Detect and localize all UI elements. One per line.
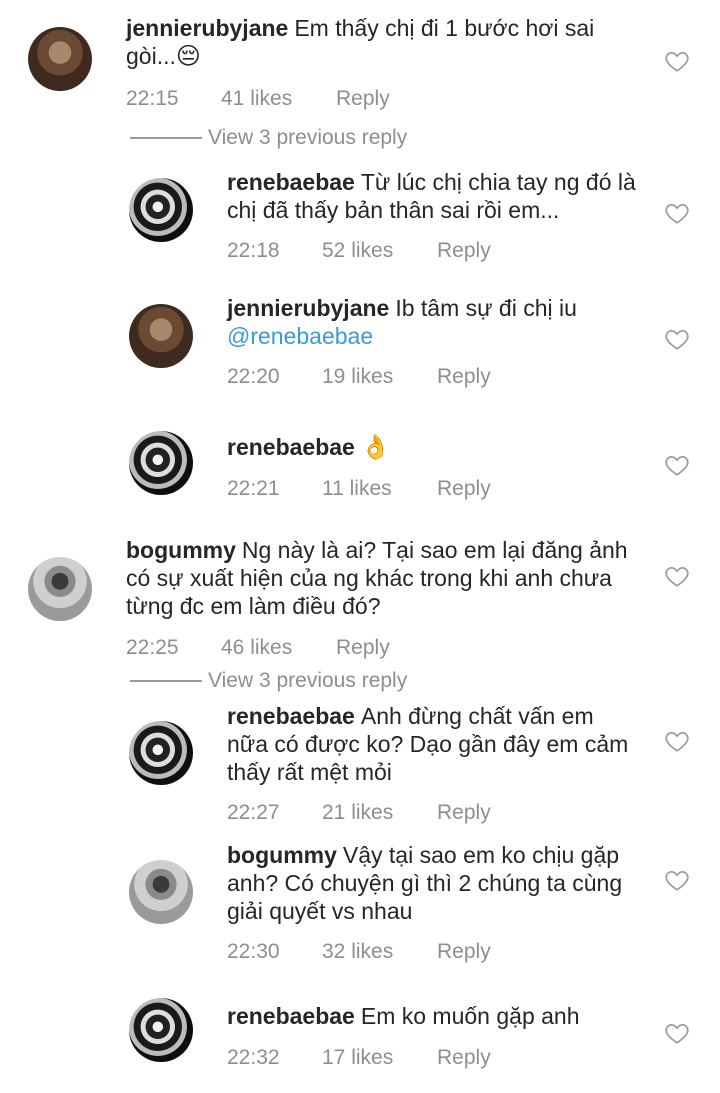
comment-username[interactable]: bogummy — [227, 842, 337, 868]
reply-button[interactable]: Reply — [336, 636, 390, 660]
view-previous-replies[interactable]: View 3 previous reply — [130, 669, 407, 693]
reply-button[interactable]: Reply — [437, 477, 491, 501]
divider — [130, 680, 202, 683]
avatar[interactable] — [129, 178, 193, 242]
heart-outline-icon[interactable] — [664, 200, 690, 226]
comment-username[interactable]: renebaebae — [227, 434, 355, 460]
reply-button[interactable]: Reply — [437, 940, 491, 964]
heart-outline-icon[interactable] — [664, 326, 690, 352]
avatar[interactable] — [129, 998, 193, 1062]
comment-meta: 22:27 21 likes Reply — [227, 801, 491, 825]
reply-button[interactable]: Reply — [437, 365, 491, 389]
comment-meta: 22:20 19 likes Reply — [227, 365, 491, 389]
comment-meta: 22:32 17 likes Reply — [227, 1046, 491, 1070]
comment-likes[interactable]: 11 likes — [322, 477, 437, 501]
reply-button[interactable]: Reply — [437, 801, 491, 825]
comment-time: 22:32 — [227, 1046, 280, 1069]
comment-likes[interactable]: 46 likes — [221, 636, 336, 660]
avatar[interactable] — [129, 860, 193, 924]
comment-text: renebaebae Em ko muốn gặp anh — [227, 1002, 647, 1030]
comment-meta: 22:25 46 likes Reply — [126, 636, 390, 660]
comment-meta: 22:30 32 likes Reply — [227, 940, 491, 964]
comment-text: jennierubyjane Ib tâm sự đi chị iu @reneb… — [227, 294, 647, 350]
comment-time: 22:18 — [227, 239, 280, 262]
avatar[interactable] — [28, 27, 92, 91]
comment-likes[interactable]: 21 likes — [322, 801, 437, 825]
comment-body: Ib tâm sự đi chị iu — [395, 295, 577, 321]
view-previous-replies[interactable]: View 3 previous reply — [130, 126, 407, 150]
reply-button[interactable]: Reply — [336, 87, 390, 111]
heart-outline-icon[interactable] — [664, 728, 690, 754]
comment-time: 22:21 — [227, 477, 280, 500]
heart-outline-icon[interactable] — [664, 1020, 690, 1046]
comment-meta: 22:21 11 likes Reply — [227, 477, 491, 501]
comment-likes[interactable]: 52 likes — [322, 239, 437, 263]
comment-text: renebaebae 👌 — [227, 433, 647, 462]
comment-time: 22:25 — [126, 636, 179, 659]
comment-username[interactable]: jennierubyjane — [227, 295, 389, 321]
heart-outline-icon[interactable] — [664, 452, 690, 478]
comment-meta: 22:18 52 likes Reply — [227, 239, 491, 263]
avatar[interactable] — [28, 557, 92, 621]
comment-text: bogummy Vậy tại sao em ko chịu gặp anh? C… — [227, 841, 647, 925]
comment-username[interactable]: bogummy — [126, 537, 236, 563]
comment-time: 22:15 — [126, 87, 179, 110]
comment-username[interactable]: renebaebae — [227, 1003, 355, 1029]
comment-text: bogummy Ng này là ai? Tại sao em lại đăng… — [126, 536, 636, 620]
comment-username[interactable]: renebaebae — [227, 703, 355, 729]
avatar[interactable] — [129, 304, 193, 368]
comment-text: renebaebae Từ lúc chị chia tay ng đó là c… — [227, 168, 647, 224]
ok-hand-emoji: 👌 — [360, 434, 391, 461]
heart-outline-icon[interactable] — [664, 563, 690, 589]
comment-time: 22:27 — [227, 801, 280, 824]
comment-likes[interactable]: 32 likes — [322, 940, 437, 964]
comment-meta: 22:15 41 likes Reply — [126, 87, 390, 111]
comment-username[interactable]: renebaebae — [227, 169, 355, 195]
divider — [130, 137, 202, 140]
heart-outline-icon[interactable] — [664, 867, 690, 893]
comment-time: 22:30 — [227, 940, 280, 963]
comment-text: renebaebae Anh đừng chất vấn em nữa có đư… — [227, 702, 637, 786]
comment-username[interactable]: jennierubyjane — [126, 15, 288, 41]
comment-likes[interactable]: 17 likes — [322, 1046, 437, 1070]
avatar[interactable] — [129, 721, 193, 785]
comment-time: 22:20 — [227, 365, 280, 388]
comment-likes[interactable]: 19 likes — [322, 365, 437, 389]
mention-link[interactable]: @renebaebae — [227, 323, 373, 349]
comment-likes[interactable]: 41 likes — [221, 87, 336, 111]
comment-body: Em ko muốn gặp anh — [360, 1003, 580, 1029]
avatar[interactable] — [129, 431, 193, 495]
heart-outline-icon[interactable] — [664, 48, 690, 74]
pensive-emoji: 😔 — [175, 43, 201, 70]
reply-button[interactable]: Reply — [437, 239, 491, 263]
comment-text: jennierubyjane Em thấy chị đi 1 bước hơi … — [126, 14, 616, 71]
reply-button[interactable]: Reply — [437, 1046, 491, 1070]
